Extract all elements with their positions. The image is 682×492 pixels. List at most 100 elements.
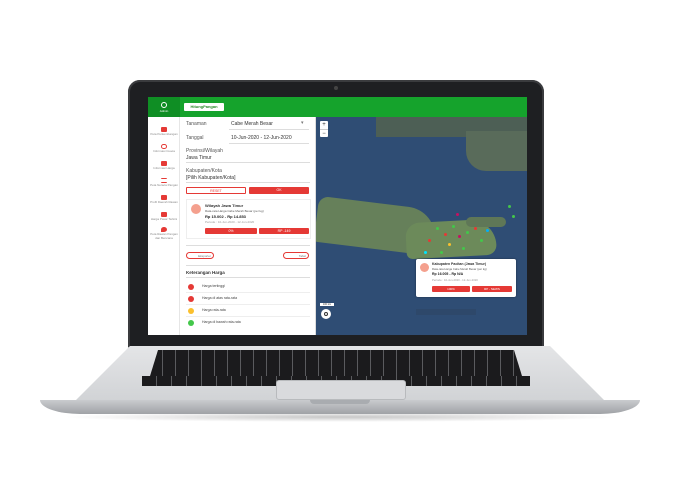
sidebar-item-label: Profil Daerah Rawan xyxy=(150,199,178,204)
chart-icon xyxy=(191,204,201,214)
tanggal-input[interactable]: 10-Jun-2020 - 12-Jun-2020 xyxy=(231,135,292,141)
map-view[interactable]: + − 100 km Kabupaten Pacitan (Jawa Timur… xyxy=(316,117,527,335)
tab-eksporter-label: Eksporter xyxy=(198,254,211,258)
sidebar-item-pasar[interactable]: Harga Pasar Terkini xyxy=(148,208,180,225)
ok-button[interactable]: OK xyxy=(249,187,309,194)
home-icon xyxy=(161,194,167,200)
map-marker[interactable] xyxy=(452,225,455,228)
komoditas-label: Tanaman xyxy=(186,121,207,127)
divider xyxy=(186,265,310,266)
map-marker[interactable] xyxy=(436,227,439,230)
komoditas-select[interactable]: Cabe Merah Besar xyxy=(231,121,273,127)
sidebar-item-label: Informasi Harga xyxy=(153,165,175,170)
map-land xyxy=(466,131,527,171)
wilayah-subtitle: Rata-rata Harga Cabe Merah Besar (per kg… xyxy=(205,209,264,213)
divider xyxy=(186,277,310,278)
sidebar-item-label: Peta Neraca Pangan xyxy=(150,182,178,187)
komoditas-underline xyxy=(229,129,309,130)
legend-item: Harga rata-rata xyxy=(186,307,310,317)
tanggal-underline xyxy=(229,143,309,144)
zoom-control: + − xyxy=(320,121,328,137)
map-popup: Kabupaten Pacitan (Jawa Timur) Rata-rata… xyxy=(416,259,516,297)
sidebar-item-bencana[interactable]: Peta Rawan Pangan dan Bencana xyxy=(148,225,180,242)
legend-dot xyxy=(188,284,194,290)
sidebar-header[interactable]: Admin xyxy=(148,97,180,117)
sidebar-item-label: Informasi Cuaca xyxy=(153,148,175,153)
map-marker[interactable] xyxy=(456,213,459,216)
kabupaten-select[interactable]: [Pilih Kabupaten/Kota] xyxy=(186,175,235,181)
legend-dot xyxy=(188,308,194,314)
user-icon xyxy=(161,101,167,108)
legend-label: Harga di atas rata-rata xyxy=(202,296,238,300)
legend-title: Keterangan Harga xyxy=(186,270,225,275)
legend-item: Harga di bawah rata-rata xyxy=(186,319,310,329)
legend-item: Harga tertinggi xyxy=(186,283,310,293)
popup-title: Kabupaten Pacitan (Jawa Timur) xyxy=(432,262,487,266)
wilayah-title: Wilayah Jawa Timur xyxy=(205,203,244,208)
sidebar-item-label: Harga Pasar Terkini xyxy=(150,216,178,221)
chart-icon xyxy=(420,263,429,272)
legend-dot xyxy=(188,320,194,326)
target-icon xyxy=(324,312,328,316)
map-marker[interactable] xyxy=(458,235,461,238)
map-marker[interactable] xyxy=(480,239,483,242)
tanggal-label: Tanggal xyxy=(186,135,204,141)
provinsi-select[interactable]: Jawa Timur xyxy=(186,155,212,161)
laptop-screen: HitungPangan Admin Peta Perkembangan Inf… xyxy=(148,97,527,335)
sidebar: Admin Peta Perkembangan Informasi Cuaca … xyxy=(148,97,180,335)
kabupaten-label: Kabupaten/Kota xyxy=(186,168,222,174)
tab-eksporter[interactable]: Eksporter xyxy=(186,252,214,259)
map-marker[interactable] xyxy=(486,229,489,232)
popup-period: Periode : 10-Jun-2020 - 12-Jun-2020 xyxy=(432,278,478,282)
locate-button[interactable] xyxy=(321,309,331,319)
map-land xyxy=(416,309,476,315)
map-land xyxy=(466,217,506,227)
map-marker[interactable] xyxy=(474,227,477,230)
sidebar-item-neraca[interactable]: Peta Neraca Pangan xyxy=(148,174,180,191)
wilayah-percent-button[interactable]: 0% xyxy=(205,228,257,234)
map-marker[interactable] xyxy=(444,233,447,236)
popup-diff-button[interactable]: RP - NEWS xyxy=(472,286,512,292)
legend-label: Harga di bawah rata-rata xyxy=(202,320,241,324)
sidebar-item-label: Peta Rawan Pangan dan Bencana xyxy=(150,232,178,240)
sidebar-item-peta-perkembangan[interactable]: Peta Perkembangan xyxy=(148,123,180,140)
wilayah-period: Periode : 10-Jun-2020 - 12-Jun-2020 xyxy=(205,220,255,224)
popup-price: Rp 16.005 - Rp N/A xyxy=(432,272,464,276)
map-marker[interactable] xyxy=(448,243,451,246)
sidebar-item-cuaca[interactable]: Informasi Cuaca xyxy=(148,140,180,157)
tab-tabel-label: Tabel xyxy=(298,254,306,258)
laptop-mockup: HitungPangan Admin Peta Perkembangan Inf… xyxy=(0,0,682,492)
legend-label: Harga tertinggi xyxy=(202,284,225,288)
popup-subtitle: Rata-rata Harga Cabe Merah Besar (per kg… xyxy=(432,267,487,271)
scale-bar: 100 km xyxy=(320,303,334,306)
map-marker[interactable] xyxy=(512,215,515,218)
zoom-in-button[interactable]: + xyxy=(320,121,328,129)
app-logo[interactable]: HitungPangan xyxy=(184,103,224,111)
kabupaten-underline xyxy=(186,182,310,183)
sidebar-header-label: Admin xyxy=(159,108,169,113)
wilayah-price: Rp 15.002 - Rp 14.853 xyxy=(205,214,246,219)
reset-button[interactable]: RESET xyxy=(186,187,246,194)
legend-item: Harga di atas rata-rata xyxy=(186,295,310,305)
sidebar-item-rawan[interactable]: Profil Daerah Rawan xyxy=(148,191,180,208)
legend-dot xyxy=(188,296,194,302)
tab-tabel[interactable]: Tabel xyxy=(283,252,309,259)
map-marker[interactable] xyxy=(466,231,469,234)
map-marker[interactable] xyxy=(428,239,431,242)
zoom-out-button[interactable]: − xyxy=(320,129,328,138)
wilayah-diff-button[interactable]: RP -149 xyxy=(259,228,309,234)
cart-icon xyxy=(161,211,167,217)
top-bar: HitungPangan xyxy=(148,97,527,117)
chart-icon xyxy=(161,160,167,166)
map-marker[interactable] xyxy=(424,251,427,254)
map-marker[interactable] xyxy=(508,205,511,208)
cloud-icon xyxy=(161,143,167,149)
list-icon xyxy=(161,177,167,183)
sidebar-item-harga[interactable]: Informasi Harga xyxy=(148,157,180,174)
popup-percent-button[interactable]: 100% xyxy=(432,286,470,292)
map-marker[interactable] xyxy=(462,247,465,250)
chevron-down-icon: ▾ xyxy=(301,120,304,126)
wilayah-card: Wilayah Jawa Timur Rata-rata Harga Cabe … xyxy=(186,199,311,239)
map-marker[interactable] xyxy=(440,251,443,254)
provinsi-underline xyxy=(186,162,310,163)
